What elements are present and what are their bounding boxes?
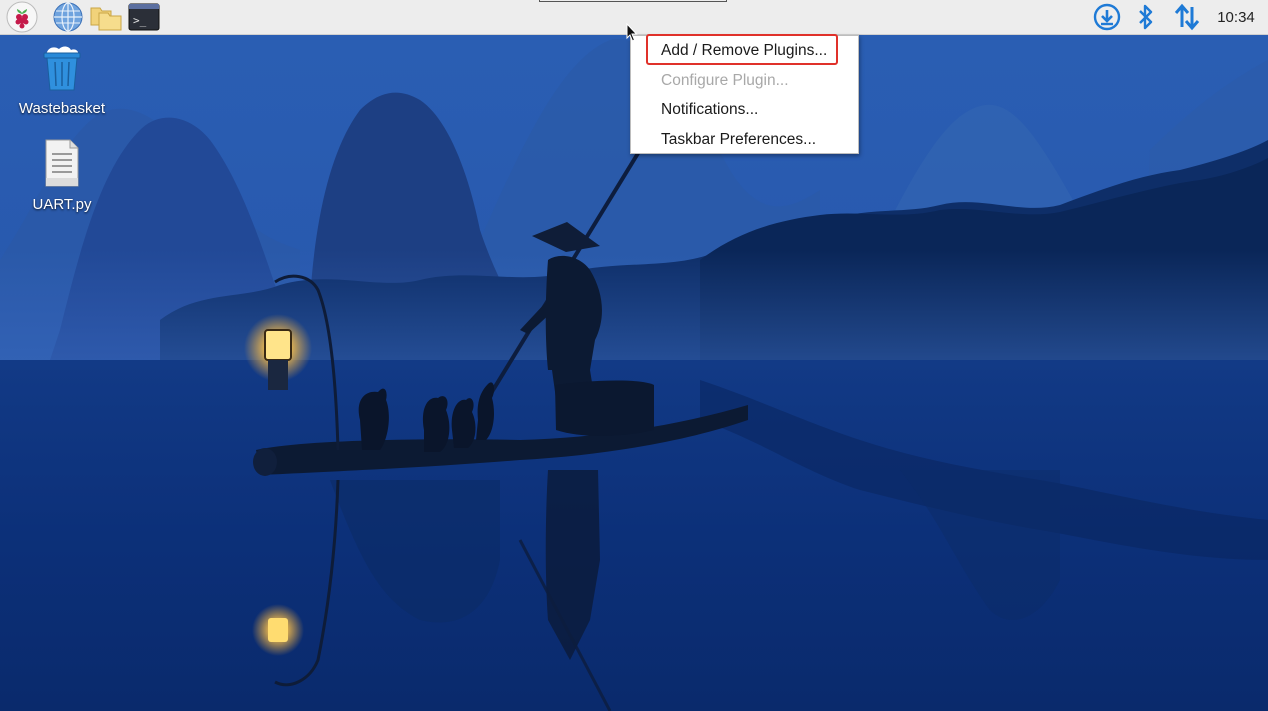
menu-item-add-remove-plugins[interactable]: Add / Remove Plugins... [631, 36, 858, 66]
updates-tray-button[interactable] [1090, 2, 1124, 32]
file-manager-button[interactable] [88, 2, 124, 32]
raspberry-icon [6, 1, 38, 33]
desktop-icon-label: UART.py [32, 196, 92, 213]
terminal-icon: >_ [128, 3, 160, 31]
terminal-button[interactable]: >_ [126, 2, 162, 32]
terminal-glyph: >_ [133, 14, 147, 27]
menu-item-configure-plugin: Configure Plugin... [661, 72, 789, 89]
menu-item-taskbar-preferences[interactable]: Taskbar Preferences... [631, 125, 858, 155]
network-tray-button[interactable] [1170, 2, 1204, 32]
globe-icon [53, 2, 83, 32]
mouse-cursor-icon [626, 23, 638, 42]
network-arrows-icon [1174, 3, 1200, 31]
text-file-icon [45, 139, 79, 187]
folders-icon [90, 7, 122, 31]
desktop-icon-label: Wastebasket [18, 100, 106, 117]
menu-item-notifications[interactable]: Notifications... [631, 95, 858, 125]
desktop-icon-wastebasket[interactable]: Wastebasket [12, 44, 112, 117]
applications-menu-button[interactable] [5, 1, 39, 33]
desktop-icon-uart-py[interactable]: UART.py [12, 138, 112, 213]
taskbar-window-list[interactable] [539, 0, 727, 2]
clock[interactable]: 10:34 [1210, 0, 1262, 35]
download-circle-icon [1093, 3, 1121, 31]
trash-bin-icon [43, 46, 81, 91]
web-browser-button[interactable] [50, 2, 86, 32]
bluetooth-icon [1139, 4, 1153, 30]
taskbar-context-menu: Add / Remove Plugins... Configure Plugin… [630, 35, 859, 154]
bluetooth-tray-button[interactable] [1132, 2, 1160, 32]
